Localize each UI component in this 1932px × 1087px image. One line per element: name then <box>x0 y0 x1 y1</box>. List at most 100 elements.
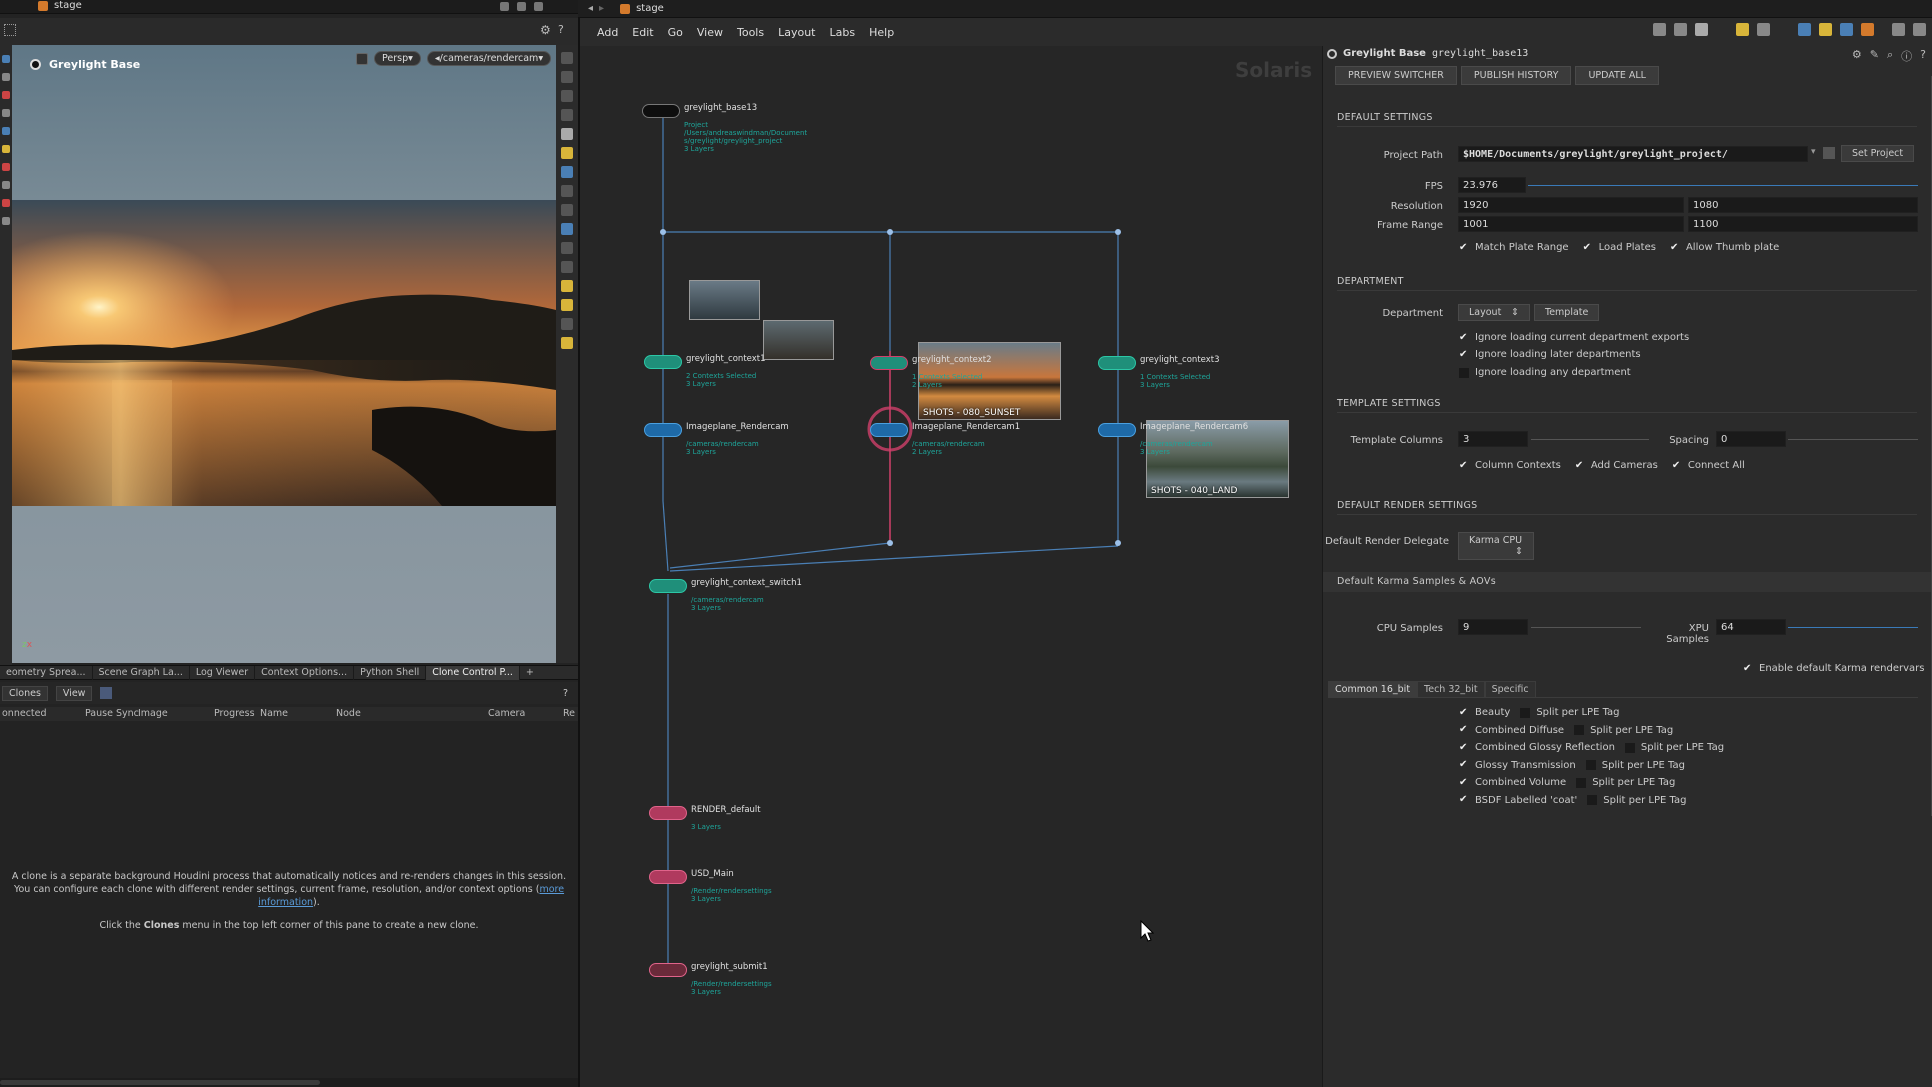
node-imageplane-rendercam6[interactable]: Imageplane_Rendercam6 /cameras/rendercam… <box>1098 423 1248 456</box>
aov-checkbox[interactable]: ✔ <box>1459 707 1469 718</box>
publish-history-button[interactable]: PUBLISH HISTORY <box>1460 66 1572 85</box>
ignore-any-dept-checkbox[interactable]: Ignore loading any department <box>1459 367 1631 378</box>
render-delegate-dropdown[interactable]: Karma CPU ⇕ <box>1458 532 1534 560</box>
context-node-shape[interactable] <box>644 355 682 369</box>
frame-end-field[interactable]: 1100 <box>1688 216 1918 232</box>
search-icon[interactable] <box>1892 23 1905 36</box>
camera-node-shape[interactable] <box>870 423 908 437</box>
tab-tech-32bit[interactable]: Tech 32_bit <box>1417 681 1485 698</box>
network-editor[interactable]: Solaris greylight_base13 Project /Users/… <box>580 46 1322 1087</box>
tab-scene-graph[interactable]: Scene Graph La... <box>93 665 190 680</box>
horizontal-scrollbar[interactable] <box>0 1078 578 1087</box>
display-option-icon[interactable] <box>561 109 573 121</box>
tab-common-16bit[interactable]: Common 16_bit <box>1328 681 1418 698</box>
submit-node-shape[interactable] <box>649 963 687 977</box>
tab-geometry-spreadsheet[interactable]: eometry Sprea... <box>0 665 93 680</box>
tree-icon[interactable] <box>1674 23 1687 36</box>
tab-log-viewer[interactable]: Log Viewer <box>190 665 256 680</box>
search-icon[interactable]: ⌕ <box>1887 48 1893 64</box>
view-menu[interactable]: View <box>55 685 93 701</box>
split-checkbox[interactable] <box>1587 795 1598 806</box>
xpu-samples-field[interactable]: 64 <box>1716 619 1786 635</box>
col-connected[interactable]: onnected <box>2 708 47 719</box>
set-project-button[interactable]: Set Project <box>1841 145 1915 162</box>
template-columns-slider[interactable] <box>1531 439 1649 440</box>
usd-node-shape[interactable] <box>649 870 687 884</box>
xpu-samples-slider[interactable] <box>1788 627 1918 628</box>
node-imageplane-rendercam[interactable]: Imageplane_Rendercam /cameras/rendercam … <box>644 423 789 456</box>
gear-icon[interactable]: ⚙ <box>540 23 551 37</box>
forward-arrow-icon[interactable]: ▸ <box>599 3 604 14</box>
pose-tool-icon[interactable] <box>2 145 10 153</box>
light-tool-icon[interactable] <box>2 199 10 207</box>
split-checkbox[interactable] <box>1574 725 1585 736</box>
display-option-icon[interactable] <box>561 71 573 83</box>
split-checkbox[interactable] <box>1585 760 1596 771</box>
ignore-current-dept-checkbox[interactable]: ✔ Ignore loading current department expor… <box>1459 332 1689 343</box>
ignore-later-depts-checkbox[interactable]: ✔ Ignore loading later departments <box>1459 349 1641 360</box>
menu-go[interactable]: Go <box>661 26 690 39</box>
display-option-icon[interactable] <box>561 204 573 216</box>
split-checkbox[interactable] <box>1576 777 1587 788</box>
grid-menu-icon[interactable] <box>4 24 16 36</box>
resolution-width-field[interactable]: 1920 <box>1458 197 1684 213</box>
col-progress[interactable]: Progress <box>214 708 255 719</box>
tab-clone-control[interactable]: Clone Control P... <box>426 665 520 680</box>
display-option-icon[interactable] <box>561 90 573 102</box>
display-option-icon[interactable] <box>561 185 573 197</box>
col-image[interactable]: Image <box>138 708 168 719</box>
switch-node-shape[interactable] <box>649 579 687 593</box>
menu-layout[interactable]: Layout <box>771 26 822 39</box>
split-checkbox[interactable] <box>1520 707 1531 718</box>
preview-switcher-button[interactable]: PREVIEW SWITCHER <box>1335 66 1457 85</box>
list-icon[interactable] <box>1695 23 1708 36</box>
split-checkbox[interactable] <box>1624 742 1635 753</box>
spacing-slider[interactable] <box>1788 439 1918 440</box>
base-node-shape[interactable] <box>642 104 680 118</box>
file-chooser-icon[interactable] <box>1823 147 1835 159</box>
menu-labs[interactable]: Labs <box>823 26 863 39</box>
node-greylight-context2[interactable]: greylight_context2 1 Contexts Selected 2… <box>870 356 992 389</box>
context-node-shape[interactable] <box>870 356 908 370</box>
right-window-title[interactable]: stage <box>636 3 664 14</box>
template-columns-field[interactable]: 3 <box>1458 431 1528 447</box>
display-option-icon[interactable] <box>561 223 573 235</box>
fps-slider[interactable] <box>1528 185 1918 186</box>
display-option-icon[interactable] <box>561 318 573 330</box>
add-clone-icon[interactable] <box>100 687 113 699</box>
tab-python-shell[interactable]: Python Shell <box>354 665 427 680</box>
tab-specific[interactable]: Specific <box>1484 681 1536 698</box>
rotate-tool-icon[interactable] <box>2 91 10 99</box>
aov-checkbox[interactable]: ✔ <box>1459 742 1469 753</box>
aov-checkbox[interactable]: ✔ <box>1459 760 1469 770</box>
wrench-icon[interactable] <box>1653 23 1666 36</box>
camera-tool-icon[interactable] <box>2 217 10 225</box>
allow-thumb-plate-checkbox[interactable]: ✔ Allow Thumb plate <box>1670 242 1779 253</box>
col-camera[interactable]: Camera <box>488 708 525 719</box>
add-cameras-checkbox[interactable]: ✔ Add Cameras <box>1575 460 1658 471</box>
node-greylight-context3[interactable]: greylight_context3 1 Contexts Selected 3… <box>1098 356 1220 389</box>
node-render-default[interactable]: RENDER_default 3 Layers <box>649 806 761 831</box>
node-context-switch[interactable]: greylight_context_switch1 /cameras/rende… <box>649 579 802 612</box>
node-greylight-submit[interactable]: greylight_submit1 /Render/rendersettings… <box>649 963 772 996</box>
render-icon[interactable] <box>1861 23 1874 36</box>
help-icon[interactable]: ? <box>558 23 564 36</box>
column-contexts-checkbox[interactable]: ✔ Column Contexts <box>1459 460 1561 471</box>
note-icon[interactable] <box>1819 23 1832 36</box>
aov-checkbox[interactable]: ✔ <box>1459 725 1469 735</box>
wrench-icon[interactable]: ✎ <box>1870 48 1879 64</box>
menu-tools[interactable]: Tools <box>730 26 771 39</box>
col-pause-sync[interactable]: Pause Sync <box>85 708 139 719</box>
spacing-field[interactable]: 0 <box>1716 431 1786 447</box>
help-icon[interactable]: ? <box>1920 48 1926 64</box>
pane-menu-icon[interactable] <box>534 2 543 11</box>
menu-edit[interactable]: Edit <box>625 26 660 39</box>
aov-checkbox[interactable]: ✔ <box>1459 795 1469 805</box>
camera-menu[interactable]: ◂/cameras/rendercam▾ <box>426 51 552 66</box>
match-plate-range-checkbox[interactable]: ✔ Match Plate Range <box>1459 242 1569 253</box>
link-icon[interactable] <box>517 2 526 11</box>
gear-icon[interactable]: ⚙ <box>1852 48 1862 64</box>
edit-tool-icon[interactable] <box>2 163 10 171</box>
camera-lens-icon[interactable] <box>30 59 41 70</box>
lock-icon[interactable] <box>356 52 368 65</box>
